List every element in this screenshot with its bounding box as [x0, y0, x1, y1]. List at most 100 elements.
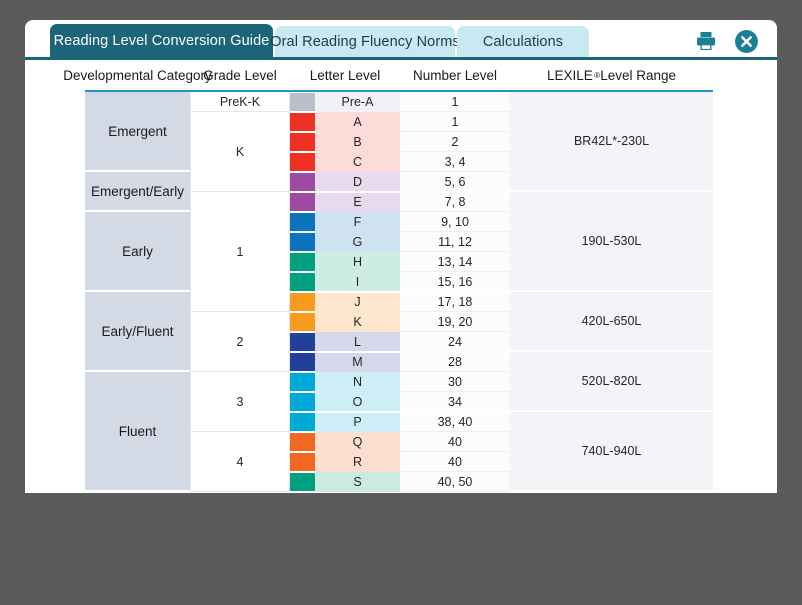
lexile-range-cell: 520L-820L — [510, 352, 713, 412]
letter-level-F: F — [315, 212, 400, 232]
group-separator — [290, 411, 510, 413]
number-level-I: 15, 16 — [400, 272, 510, 292]
grade-level-cell: 3 — [190, 372, 290, 432]
letter-level-C: C — [315, 152, 400, 172]
number-level-F: 9, 10 — [400, 212, 510, 232]
letter-level-M: M — [315, 352, 400, 372]
number-level-H: 13, 14 — [400, 252, 510, 272]
color-swatch-E — [290, 193, 315, 211]
color-swatch-A — [290, 113, 315, 131]
letter-level-R: R — [315, 452, 400, 472]
tab-calculations[interactable]: Calculations — [457, 26, 589, 58]
column-header-grade: Grade Level — [203, 67, 277, 83]
number-level-R: 40 — [400, 452, 510, 472]
number-level-Pre-A: 1 — [400, 92, 510, 112]
number-level-Q: 40 — [400, 432, 510, 452]
column-header-number: Number Level — [412, 67, 498, 83]
number-level-P: 38, 40 — [400, 412, 510, 432]
color-swatch-Pre-A — [290, 93, 315, 111]
close-icon[interactable] — [734, 29, 759, 54]
conversion-table: Developmental Category Grade Level Letter … — [25, 60, 777, 493]
letter-level-G: G — [315, 232, 400, 252]
lexile-range-cell: 740L-940L — [510, 412, 713, 492]
number-level-S: 40, 50 — [400, 472, 510, 492]
tab-reading-level-conversion-guide[interactable]: Reading Level Conversion Guide — [50, 24, 273, 58]
window-actions — [694, 26, 759, 56]
column-header-category: Developmental Category — [63, 67, 212, 83]
color-swatch-F — [290, 213, 315, 231]
number-level-K: 19, 20 — [400, 312, 510, 332]
developmental-category-cell: Fluent — [85, 372, 190, 492]
number-level-G: 11, 12 — [400, 232, 510, 252]
color-swatch-G — [290, 233, 315, 251]
color-swatch-B — [290, 133, 315, 151]
number-level-M: 28 — [400, 352, 510, 372]
color-swatch-N — [290, 373, 315, 391]
number-level-E: 7, 8 — [400, 192, 510, 212]
letter-level-Q: Q — [315, 432, 400, 452]
color-swatch-D — [290, 173, 315, 191]
letter-level-O: O — [315, 392, 400, 412]
number-level-O: 34 — [400, 392, 510, 412]
color-swatch-C — [290, 153, 315, 171]
color-swatch-J — [290, 293, 315, 311]
developmental-category-cell: Emergent — [85, 92, 190, 172]
grade-level-cell: K — [190, 112, 290, 192]
developmental-category-cell: Early — [85, 212, 190, 292]
color-swatch-O — [290, 393, 315, 411]
color-swatch-H — [290, 253, 315, 271]
number-level-D: 5, 6 — [400, 172, 510, 192]
color-swatch-M — [290, 353, 315, 371]
application-window: Reading Level Conversion Guide Oral Read… — [25, 20, 777, 493]
color-swatch-L — [290, 333, 315, 351]
letter-level-D: D — [315, 172, 400, 192]
printer-icon[interactable] — [694, 29, 718, 53]
letter-level-S: S — [315, 472, 400, 492]
number-level-N: 30 — [400, 372, 510, 392]
group-separator — [290, 351, 510, 353]
group-separator — [290, 291, 510, 293]
lexile-range-cell: 420L-650L — [510, 292, 713, 352]
grade-level-cell: PreK-K — [190, 92, 290, 112]
color-swatch-Q — [290, 433, 315, 451]
tab-label: Calculations — [482, 34, 564, 50]
tab-label: Reading Level Conversion Guide — [53, 33, 270, 49]
grade-level-cell: 4 — [190, 432, 290, 492]
number-level-A: 1 — [400, 112, 510, 132]
lexile-range-cell: BR42L*-230L — [510, 92, 713, 192]
letter-level-A: A — [315, 112, 400, 132]
color-swatch-K — [290, 313, 315, 331]
letter-level-B: B — [315, 132, 400, 152]
grade-level-cell: 1 — [190, 192, 290, 312]
letter-level-P: P — [315, 412, 400, 432]
column-header-lexile: LEXILE ® Level Range — [547, 67, 676, 83]
group-separator — [290, 191, 510, 193]
color-swatch-S — [290, 473, 315, 491]
color-swatch-R — [290, 453, 315, 471]
letter-level-J: J — [315, 292, 400, 312]
tab-oral-reading-fluency-norms[interactable]: Oral Reading Fluency Norms — [270, 26, 460, 58]
lexile-range-cell: 190L-530L — [510, 192, 713, 292]
column-header-letter: Letter Level — [309, 67, 381, 83]
color-swatch-P — [290, 413, 315, 431]
letter-level-N: N — [315, 372, 400, 392]
table-column-headers: Developmental Category Grade Level Letter … — [25, 60, 777, 90]
screen: Reading Level Conversion Guide Oral Read… — [0, 0, 802, 605]
letter-level-K: K — [315, 312, 400, 332]
letter-level-L: L — [315, 332, 400, 352]
letter-level-H: H — [315, 252, 400, 272]
letter-level-Pre-A: Pre-A — [315, 92, 400, 112]
developmental-category-cell: Emergent/Early — [85, 172, 190, 212]
number-level-B: 2 — [400, 132, 510, 152]
letter-level-E: E — [315, 192, 400, 212]
grade-level-cell: 2 — [190, 312, 290, 372]
letter-level-I: I — [315, 272, 400, 292]
number-level-L: 24 — [400, 332, 510, 352]
tab-label: Oral Reading Fluency Norms — [270, 34, 460, 50]
number-level-C: 3, 4 — [400, 152, 510, 172]
developmental-category-cell: Early/Fluent — [85, 292, 190, 372]
tab-bar: Reading Level Conversion Guide Oral Read… — [25, 20, 777, 60]
color-swatch-I — [290, 273, 315, 291]
table-body[interactable]: Pre-A 1 A 1 B 2 C 3, 4 D 5, 6 E 7, 8 F 9, 10 G 11, 12 H 1… — [25, 92, 777, 493]
number-level-J: 17, 18 — [400, 292, 510, 312]
